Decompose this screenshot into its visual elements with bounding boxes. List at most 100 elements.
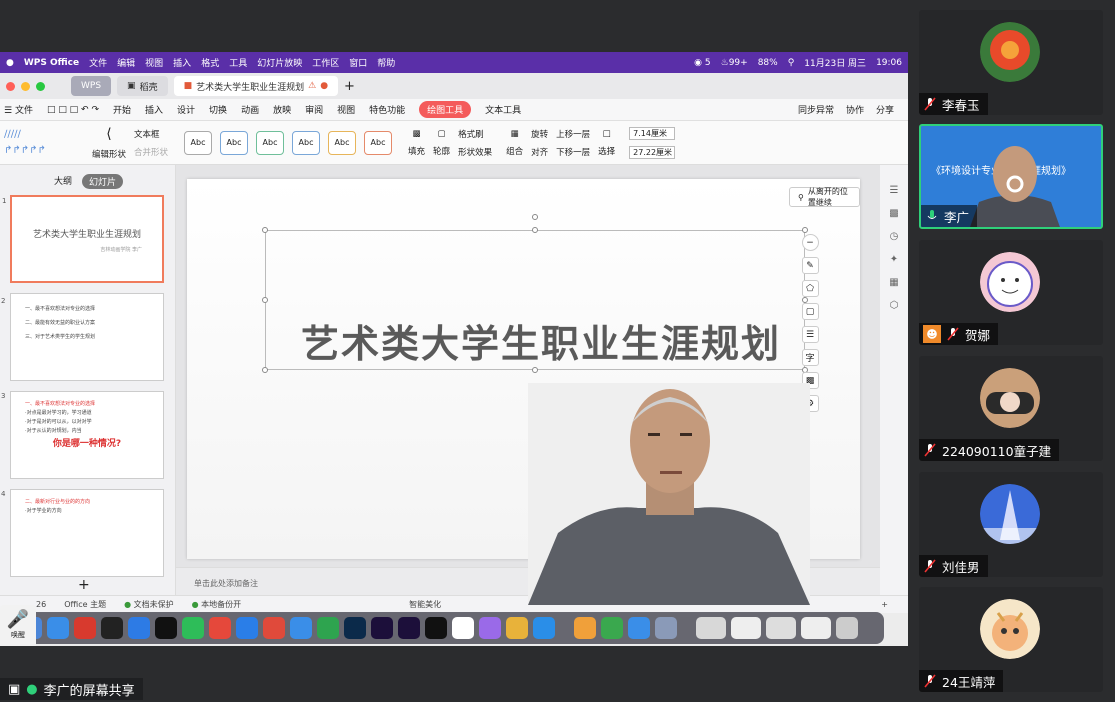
menu-transition[interactable]: 切换 bbox=[209, 103, 227, 116]
participant-tile-5[interactable]: 刘佳男 bbox=[919, 472, 1103, 577]
participant-tile-2[interactable]: 《环境设计专业职业生涯规划》 李广 bbox=[919, 124, 1103, 229]
picture-icon[interactable]: ▩ bbox=[889, 208, 898, 219]
window-thumb-icon[interactable] bbox=[696, 617, 726, 639]
tab-slides[interactable]: 幻灯片 bbox=[82, 174, 124, 189]
style-preset-6[interactable]: Abc bbox=[364, 130, 393, 155]
wechat-dock-icon[interactable] bbox=[182, 617, 204, 639]
apple-icon[interactable]: ● bbox=[6, 58, 14, 68]
search-icon[interactable]: ⚲ bbox=[788, 58, 795, 68]
participant-tile-4[interactable]: 224090110童子建 bbox=[919, 356, 1103, 461]
shape-effect-button[interactable]: 形状效果 bbox=[458, 146, 492, 158]
quick-tools[interactable]: □ □ □ ↶ ↷ bbox=[47, 105, 99, 115]
chrome-icon[interactable] bbox=[506, 617, 528, 639]
edge-icon[interactable] bbox=[533, 617, 555, 639]
menu-animation[interactable]: 动画 bbox=[241, 103, 259, 116]
frame-icon[interactable]: ▢ bbox=[801, 303, 819, 320]
cube-icon[interactable]: ⬡ bbox=[890, 300, 899, 311]
hamburger-icon[interactable]: ☰ 文件 bbox=[4, 103, 33, 116]
evernote-icon[interactable] bbox=[317, 617, 339, 639]
tab-docer[interactable]: ▣ 稻壳 bbox=[117, 76, 168, 96]
resume-position-button[interactable]: ⚲ 从离开的位置继续 bbox=[789, 187, 860, 207]
merge-shape-button[interactable]: 合并形状 bbox=[134, 146, 168, 158]
shape-width-input[interactable]: 7.14厘米 bbox=[629, 126, 676, 140]
aftereffects-icon[interactable] bbox=[371, 617, 393, 639]
photoshop-icon[interactable] bbox=[344, 617, 366, 639]
fill-button[interactable]: ▩ 填充 bbox=[408, 129, 425, 157]
menu-workspace[interactable]: 工作区 bbox=[312, 56, 339, 69]
close-window-icon[interactable] bbox=[6, 81, 15, 91]
menu-special[interactable]: 特色功能 bbox=[369, 103, 405, 116]
menu-help[interactable]: 帮助 bbox=[377, 56, 395, 69]
menu-drawing-tools[interactable]: 绘图工具 bbox=[419, 101, 472, 118]
send-backward-button[interactable]: 下移一层 bbox=[556, 146, 590, 158]
text-box-button[interactable]: 文本框 bbox=[134, 128, 168, 140]
qq-icon[interactable] bbox=[101, 617, 123, 639]
format-painter-button[interactable]: 格式刷 bbox=[458, 128, 492, 140]
style-preset-5[interactable]: Abc bbox=[328, 130, 357, 155]
tab-wps[interactable]: WPS bbox=[71, 76, 112, 96]
layers-icon[interactable]: ☰ bbox=[801, 326, 819, 343]
pen-icon[interactable]: ✎ bbox=[801, 257, 819, 274]
participant-tile-3[interactable]: ☻ 贺娜 bbox=[919, 240, 1103, 345]
shape-height-input[interactable]: 27.22厘米 bbox=[629, 145, 676, 159]
app-icon[interactable] bbox=[452, 617, 474, 639]
sync-status[interactable]: 同步异常 bbox=[798, 103, 834, 116]
menu-insert[interactable]: 插入 bbox=[173, 56, 191, 69]
voice-wake-badge[interactable]: 🎤 唤醒 bbox=[0, 605, 36, 646]
menu-text-tools[interactable]: 文本工具 bbox=[485, 103, 521, 116]
group-button[interactable]: ▦ 组合 bbox=[506, 129, 523, 157]
numbers-icon[interactable] bbox=[601, 617, 623, 639]
app-icon[interactable] bbox=[236, 617, 258, 639]
lark-icon[interactable] bbox=[128, 617, 150, 639]
style-preset-2[interactable]: Abc bbox=[220, 130, 249, 155]
app-icon[interactable] bbox=[209, 617, 231, 639]
menu-slideshow[interactable]: 幻灯片放映 bbox=[257, 56, 302, 69]
rotate-button[interactable]: 旋转 bbox=[531, 128, 548, 140]
menu-show[interactable]: 放映 bbox=[273, 103, 291, 116]
menu-review[interactable]: 审阅 bbox=[305, 103, 323, 116]
app-icon[interactable] bbox=[574, 617, 596, 639]
adjust-icon[interactable]: ☰ bbox=[890, 185, 899, 196]
smart-beautify[interactable]: 智能美化 bbox=[409, 599, 441, 610]
outline-button[interactable]: ▢ 轮廓 bbox=[433, 129, 450, 157]
participant-tile-1[interactable]: 李春玉 bbox=[919, 10, 1103, 115]
window-thumb-icon[interactable] bbox=[801, 617, 831, 639]
menu-tools[interactable]: 工具 bbox=[229, 56, 247, 69]
backup-status[interactable]: ● 本地备份开 bbox=[192, 599, 242, 610]
zoom-plus-icon[interactable]: + bbox=[881, 600, 888, 609]
style-preset-4[interactable]: Abc bbox=[292, 130, 321, 155]
premiere-icon[interactable] bbox=[398, 617, 420, 639]
menu-design[interactable]: 设计 bbox=[177, 103, 195, 116]
slide-thumb-1[interactable]: 1 艺术类大学生职业生涯规划 吉林动画学院 李广 bbox=[2, 195, 164, 283]
align-button[interactable]: 对齐 bbox=[531, 146, 548, 158]
new-tab-icon[interactable]: + bbox=[344, 79, 355, 94]
slide-title[interactable]: 艺术类大学生职业生涯规划 bbox=[261, 313, 821, 368]
tab-outline[interactable]: 大纲 bbox=[54, 174, 72, 189]
minimize-window-icon[interactable] bbox=[21, 81, 30, 91]
add-slide-icon[interactable]: + bbox=[78, 577, 90, 593]
shape-icon[interactable]: ⬠ bbox=[801, 280, 819, 297]
menu-file[interactable]: 文件 bbox=[89, 56, 107, 69]
doc-protect[interactable]: ● 文档未保护 bbox=[124, 599, 174, 610]
app-icon[interactable] bbox=[263, 617, 285, 639]
wps-icon[interactable] bbox=[74, 617, 96, 639]
zoom-window-icon[interactable] bbox=[36, 81, 45, 91]
app-icon[interactable] bbox=[655, 617, 677, 639]
edit-shape-button[interactable]: ⟨ 编辑形状 bbox=[92, 126, 126, 160]
style-preset-1[interactable]: Abc bbox=[184, 130, 213, 155]
collapse-icon[interactable]: − bbox=[801, 234, 819, 251]
rotate-handle-icon[interactable] bbox=[532, 214, 538, 220]
bring-forward-button[interactable]: 上移一层 bbox=[556, 128, 590, 140]
menu-format[interactable]: 格式 bbox=[201, 56, 219, 69]
select-button[interactable]: □ 选择 bbox=[598, 129, 615, 157]
participant-tile-6[interactable]: 24王靖萍 bbox=[919, 587, 1103, 692]
menu-start[interactable]: 开始 bbox=[113, 103, 131, 116]
menu-edit[interactable]: 编辑 bbox=[117, 56, 135, 69]
text-icon[interactable]: 字 bbox=[801, 349, 819, 366]
keynote-icon[interactable] bbox=[628, 617, 650, 639]
style-preset-3[interactable]: Abc bbox=[256, 130, 285, 155]
window-thumb-icon[interactable] bbox=[731, 617, 761, 639]
share-button[interactable]: 分享 bbox=[876, 103, 894, 116]
slide-thumb-3[interactable]: 3 一、最不喜欢想法对专业的选择 ·对点是最对学习的，学习通道 ·对于是对的可以从，… bbox=[1, 391, 164, 479]
capcut-icon[interactable] bbox=[425, 617, 447, 639]
